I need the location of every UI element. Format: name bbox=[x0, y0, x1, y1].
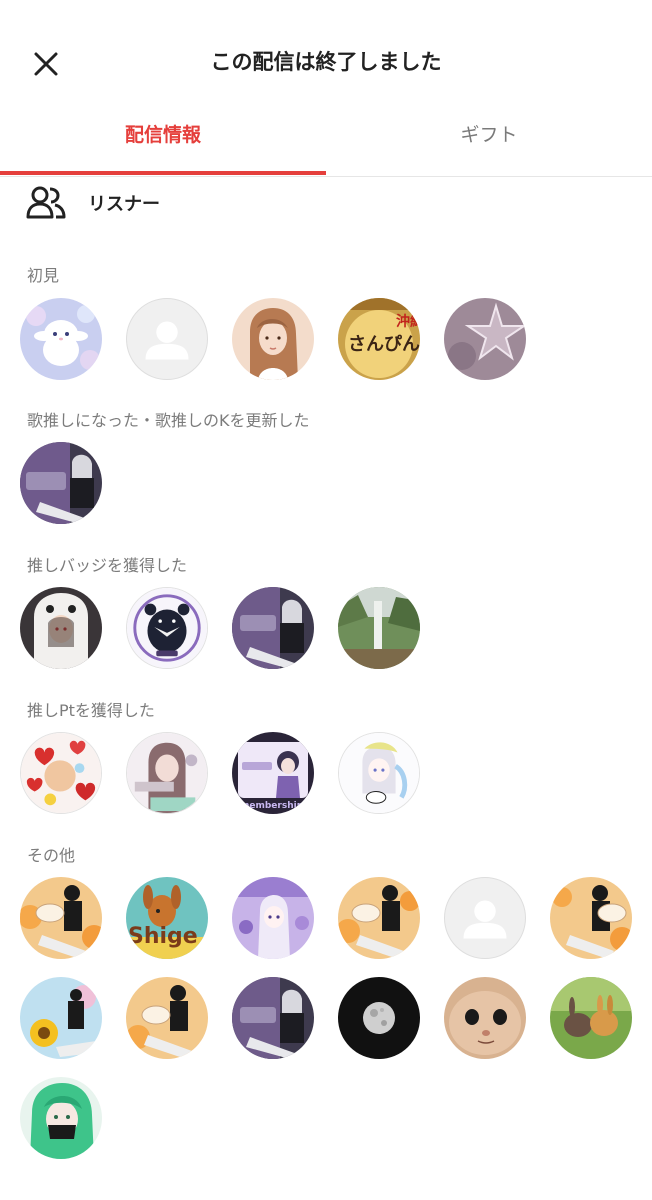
avatar-text-membership: membership bbox=[240, 801, 304, 811]
avatar[interactable] bbox=[20, 977, 102, 1059]
section-label-badge: 推しバッジを獲得した bbox=[27, 556, 188, 575]
avatar[interactable] bbox=[20, 1077, 102, 1159]
avatar[interactable] bbox=[338, 877, 420, 959]
section-label-first-time: 初見 bbox=[27, 266, 60, 285]
tab-stream-info[interactable]: 配信情報 bbox=[0, 110, 326, 174]
avatar[interactable] bbox=[232, 877, 314, 959]
avatar[interactable] bbox=[20, 298, 102, 380]
avatar-text-shigeo: Shige bbox=[128, 924, 198, 949]
avatar-default[interactable] bbox=[444, 877, 526, 959]
avatar[interactable] bbox=[444, 298, 526, 380]
avatar[interactable] bbox=[20, 732, 102, 814]
avatar-text-sanpin: さんぴん bbox=[348, 334, 420, 355]
avatar[interactable] bbox=[126, 977, 208, 1059]
header: この配信は終了しました bbox=[0, 0, 652, 120]
avatar[interactable] bbox=[126, 587, 208, 669]
avatar-default[interactable] bbox=[126, 298, 208, 380]
active-tab-indicator bbox=[0, 171, 326, 175]
avatar[interactable] bbox=[550, 877, 632, 959]
users-icon bbox=[26, 186, 66, 219]
avatar-shigeo[interactable]: Shige bbox=[126, 877, 208, 959]
avatar[interactable] bbox=[444, 977, 526, 1059]
avatar[interactable] bbox=[338, 732, 420, 814]
tab-gift[interactable]: ギフト bbox=[326, 110, 652, 174]
section-label-points: 推しPtを獲得した bbox=[27, 701, 155, 720]
tab-bar: 配信情報 ギフト bbox=[0, 110, 652, 177]
avatar[interactable] bbox=[232, 298, 314, 380]
listener-label: リスナー bbox=[88, 194, 160, 215]
avatar-text-okinawa: 沖縄 bbox=[396, 313, 420, 330]
page-title: この配信は終了しました bbox=[210, 50, 442, 74]
avatar[interactable] bbox=[232, 977, 314, 1059]
avatar[interactable] bbox=[550, 977, 632, 1059]
avatar-membership[interactable]: membership bbox=[232, 732, 314, 814]
avatar[interactable] bbox=[338, 587, 420, 669]
avatar[interactable] bbox=[126, 732, 208, 814]
avatar[interactable] bbox=[20, 877, 102, 959]
avatar[interactable] bbox=[232, 587, 314, 669]
avatar-sanpin[interactable]: 沖縄 さんぴん bbox=[338, 298, 420, 380]
avatar[interactable] bbox=[20, 587, 102, 669]
section-label-other: その他 bbox=[27, 846, 76, 865]
section-label-song-fan: 歌推しになった・歌推しのKを更新した bbox=[27, 411, 310, 430]
avatar[interactable] bbox=[20, 442, 102, 524]
avatar[interactable] bbox=[338, 977, 420, 1059]
